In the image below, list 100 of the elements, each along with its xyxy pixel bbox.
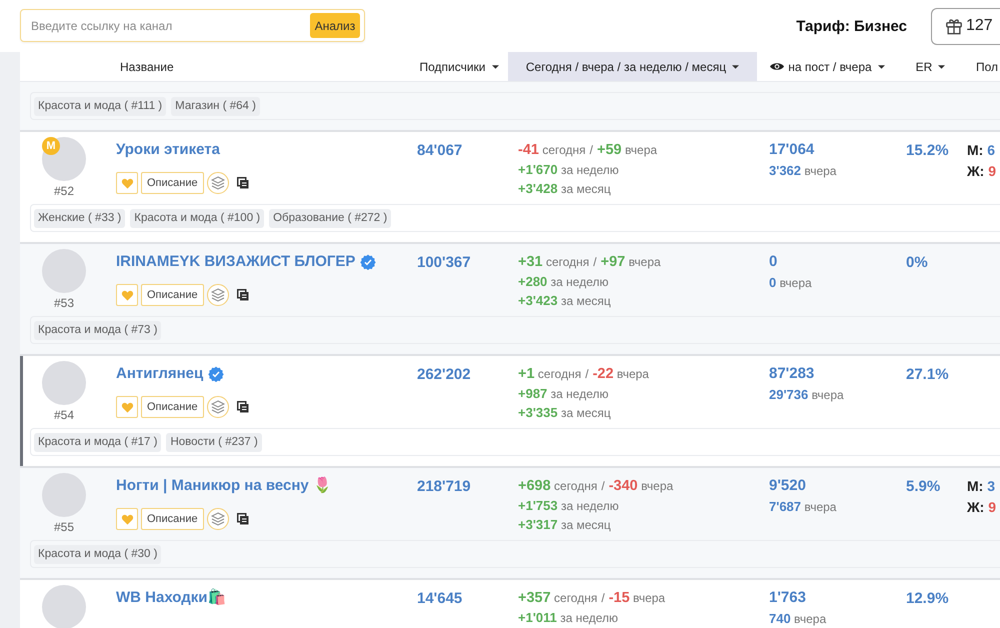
- favorite-button[interactable]: [116, 172, 138, 194]
- views-yesterday: 29'736 вчера: [769, 387, 845, 403]
- heart-icon: [120, 402, 134, 412]
- layers-icon: [210, 288, 225, 302]
- letter-badge: М: [42, 137, 60, 155]
- copy-icon[interactable]: [236, 401, 249, 413]
- growth-stat: -22 вчера: [592, 367, 649, 381]
- growth-stat: +3'428 за месяц: [518, 182, 611, 196]
- column-header[interactable]: Сегодня / вчера / за неделю / месяц: [508, 52, 757, 81]
- layers-button[interactable]: [206, 284, 229, 306]
- views-yesterday: 740 вчера: [769, 611, 828, 627]
- category-tag[interactable]: Красота и мода ( #100 ): [130, 208, 264, 228]
- views-count: 17'064: [769, 142, 816, 158]
- avatar-placeholder: [42, 137, 86, 181]
- layers-button[interactable]: [206, 396, 229, 418]
- growth-stat: +59 вчера: [596, 143, 658, 157]
- description-button[interactable]: Описание: [141, 172, 204, 194]
- copy-icon[interactable]: [236, 513, 249, 525]
- heart-icon: [120, 514, 134, 524]
- rank-label: #55: [54, 519, 74, 535]
- growth-stat: +97 вчера: [600, 255, 661, 269]
- copy-icon[interactable]: [236, 289, 249, 301]
- views-yesterday: 0 вчера: [769, 275, 813, 291]
- gift-icon: [945, 17, 963, 35]
- slash-separator: /: [593, 255, 597, 269]
- category-tag[interactable]: Красота и мода ( #17 ): [34, 432, 162, 452]
- growth-stat: +987 за неделю: [518, 387, 608, 401]
- description-button[interactable]: Описание: [141, 508, 204, 530]
- column-header[interactable]: Название: [20, 52, 410, 81]
- gender-share: Ж: 9: [967, 499, 998, 515]
- description-button[interactable]: Описание: [141, 396, 204, 418]
- category-tag[interactable]: Магазин ( #64 ): [171, 96, 260, 116]
- search-field[interactable]: Введите ссылку на канал: [31, 14, 310, 36]
- channel-name-link[interactable]: IRINAMEYK ВИЗАЖИСТ БЛОГЕР: [116, 254, 356, 270]
- category-tag[interactable]: Красота и мода ( #30 ): [34, 544, 162, 564]
- views-yesterday: 3'362 вчера: [769, 163, 838, 179]
- column-header[interactable]: на пост / вчера: [757, 52, 898, 81]
- slash-separator: /: [601, 479, 605, 493]
- growth-stat: +280 за неделю: [518, 275, 608, 289]
- heart-icon: [120, 178, 134, 188]
- views-count: 0: [769, 254, 778, 270]
- views-count: 1'763: [769, 590, 807, 606]
- slash-separator: /: [585, 367, 589, 381]
- growth-stat: +1'011 за неделю: [518, 611, 618, 625]
- views-yesterday: 7'687 вчера: [769, 499, 838, 515]
- favorite-button[interactable]: [116, 508, 138, 530]
- description-button[interactable]: Описание: [141, 284, 204, 306]
- eye-icon: [770, 62, 784, 71]
- growth-stat: -15 вчера: [608, 591, 666, 605]
- layers-button[interactable]: [206, 172, 229, 194]
- gift-button[interactable]: 127: [931, 8, 1000, 44]
- subscriber-count: 100'367: [417, 254, 471, 271]
- growth-stat: +3'423 за месяц: [518, 294, 611, 308]
- gender-share: Ж: 9: [967, 163, 998, 179]
- search-bar[interactable]: Введите ссылку на канал Анализ: [20, 9, 365, 42]
- slash-separator: /: [590, 143, 593, 157]
- channel-name-link[interactable]: Уроки этикета: [116, 142, 220, 158]
- avatar-placeholder: [42, 361, 86, 405]
- layers-icon: [210, 176, 225, 190]
- growth-stat: +1'753 за неделю: [518, 499, 619, 513]
- rank-label: #54: [54, 407, 74, 423]
- analyze-button[interactable]: Анализ: [310, 13, 360, 38]
- column-header[interactable]: ER: [898, 52, 963, 81]
- favorite-button[interactable]: [116, 284, 138, 306]
- category-tag[interactable]: Новости ( #237 ): [166, 432, 262, 452]
- column-header[interactable]: Пол: [963, 52, 1000, 81]
- gender-share: М: 6: [967, 142, 996, 158]
- er-value: 12.9%: [906, 590, 949, 607]
- er-value: 27.1%: [906, 366, 949, 383]
- favorite-button[interactable]: [116, 396, 138, 418]
- gender-share: М: 3: [967, 478, 996, 494]
- column-header[interactable]: Подписчики: [410, 52, 508, 81]
- views-count: 87'283: [769, 366, 816, 382]
- er-value: 5.9%: [906, 478, 940, 495]
- layers-icon: [210, 400, 225, 414]
- er-value: 0%: [906, 254, 928, 271]
- category-tag[interactable]: Красота и мода ( #73 ): [34, 320, 162, 340]
- rank-label: #53: [54, 295, 74, 311]
- category-tag[interactable]: Красота и мода ( #111 ): [34, 96, 166, 116]
- subscriber-count: 14'645: [417, 590, 462, 607]
- copy-icon[interactable]: [236, 177, 249, 189]
- channel-name-link[interactable]: Антиглянец: [116, 366, 204, 382]
- layers-button[interactable]: [206, 508, 229, 530]
- growth-stat: -41 сегодня: [518, 143, 586, 157]
- views-count: 9'520: [769, 478, 807, 494]
- growth-stat: +31 сегодня: [518, 255, 590, 269]
- channel-name-link[interactable]: WB Находки🛍: [116, 590, 227, 606]
- channel-name-link[interactable]: Ногти | Маникюр на весну 🌷: [116, 478, 332, 494]
- heart-icon: [120, 290, 134, 300]
- growth-stat: +357 сегодня: [518, 591, 598, 605]
- rank-label: #52: [54, 183, 74, 199]
- growth-stat: +3'317 за месяц: [518, 518, 611, 532]
- subscriber-count: 262'202: [417, 366, 471, 383]
- avatar-placeholder: [42, 473, 86, 517]
- layers-icon: [210, 512, 225, 526]
- avatar-placeholder: [42, 249, 86, 293]
- growth-stat: +698 сегодня: [518, 479, 598, 493]
- slash-separator: /: [601, 591, 605, 605]
- category-tag[interactable]: Женские ( #33 ): [34, 208, 126, 228]
- category-tag[interactable]: Образование ( #272 ): [269, 208, 392, 228]
